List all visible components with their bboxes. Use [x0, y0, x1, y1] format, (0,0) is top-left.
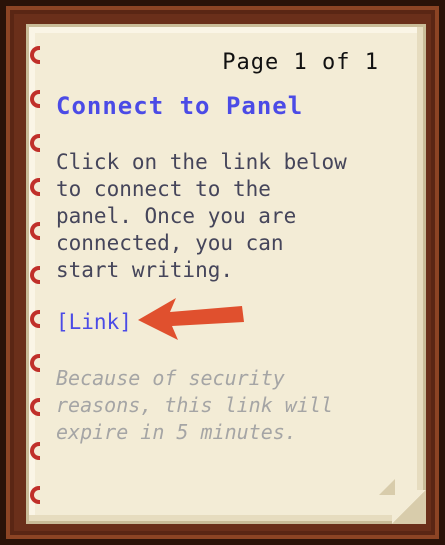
connect-link[interactable]: [Link] — [56, 310, 132, 334]
security-note: Because of security reasons, this link w… — [56, 366, 333, 444]
page-curl-icon — [379, 479, 395, 495]
arrow-left-icon — [138, 298, 244, 340]
page-title: Connect to Panel — [56, 92, 304, 120]
book-cover: Page 1 of 1 Connect to Panel Click on th… — [0, 0, 445, 545]
page-indicator: Page 1 of 1 — [222, 50, 379, 75]
ring-binding-icon — [30, 46, 46, 526]
instruction-text: Click on the link below to connect to th… — [56, 150, 347, 282]
